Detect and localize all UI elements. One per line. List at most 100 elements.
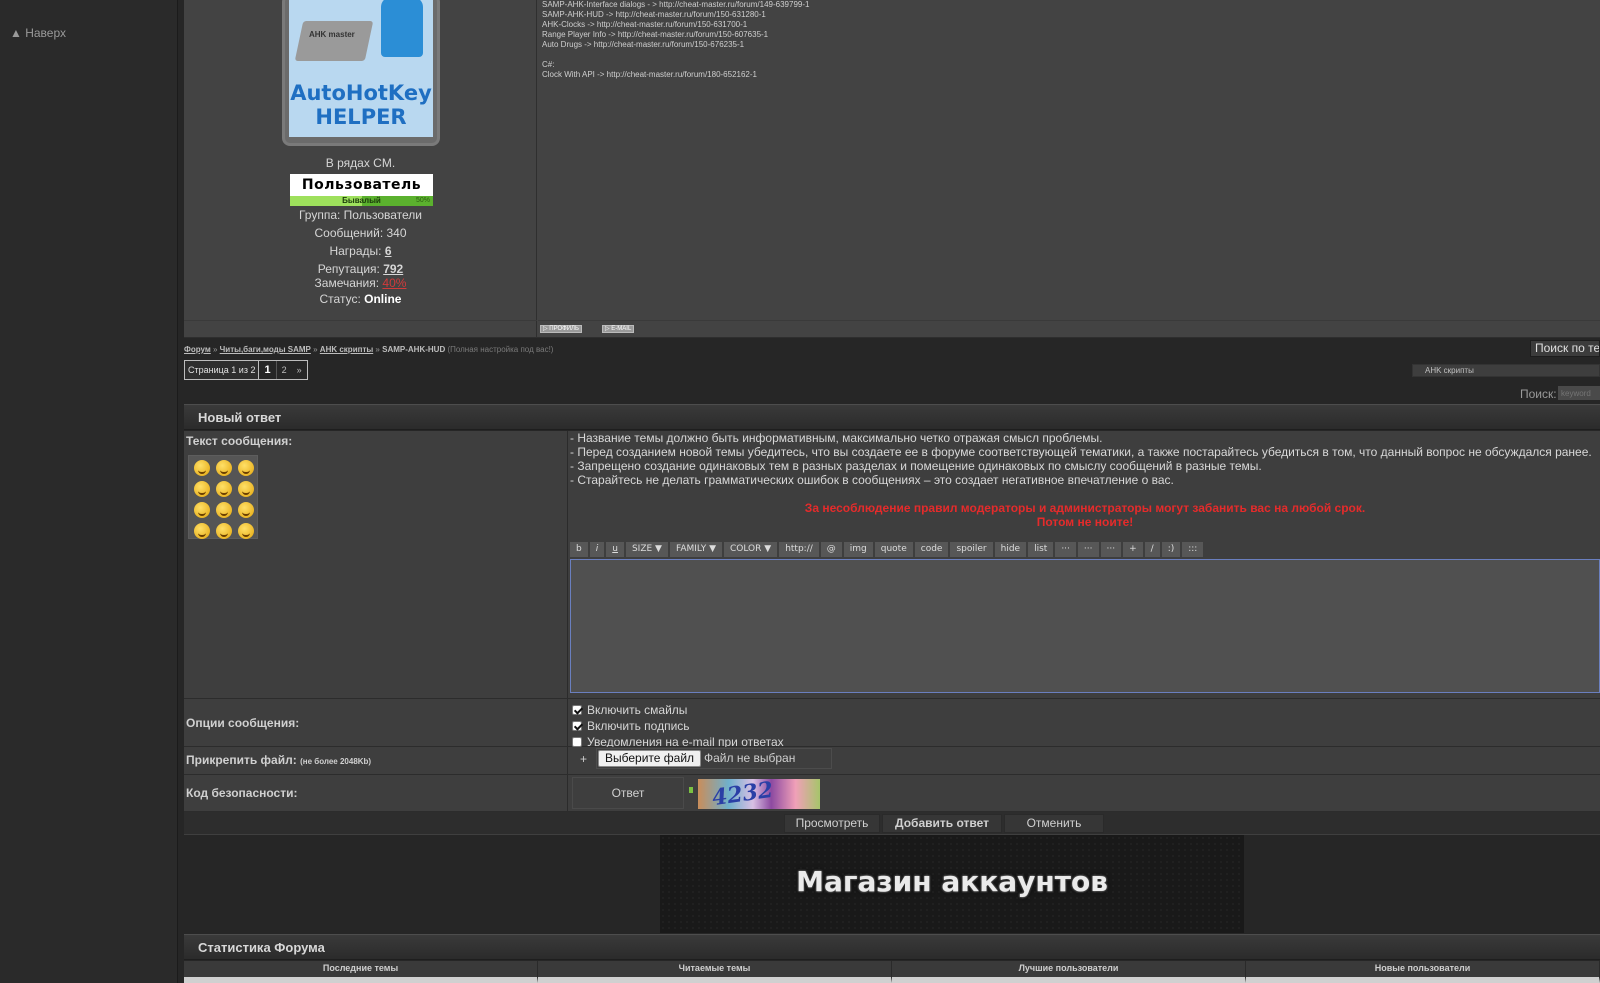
breadcrumb-subsection[interactable]: AHK скрипты bbox=[320, 345, 373, 354]
toolbar-button[interactable]: COLOR ▼ bbox=[724, 542, 778, 557]
smiley-icon[interactable] bbox=[194, 502, 210, 518]
toolbar-button[interactable]: ::: bbox=[1182, 542, 1204, 557]
toolbar-button[interactable]: i bbox=[589, 542, 605, 557]
post-author-panel: AHK master AutoHotKey HELPER В рядах CM.… bbox=[184, 0, 537, 338]
breadcrumb: Форум » Читы,баги,моды SAMP » AHK скрипт… bbox=[184, 345, 554, 354]
message-label: Текст сообщения: bbox=[186, 434, 293, 448]
checkbox[interactable] bbox=[572, 705, 582, 715]
toolbar-button[interactable]: code bbox=[914, 542, 949, 557]
toolbar-button[interactable]: img bbox=[843, 542, 873, 557]
toolbar-button[interactable]: ··· bbox=[1100, 542, 1122, 557]
signature-line: Range Player Info -> http://cheat-master… bbox=[542, 30, 769, 39]
pagination-next[interactable]: » bbox=[292, 361, 307, 379]
toolbar-button[interactable]: :) bbox=[1161, 542, 1181, 557]
person-icon bbox=[381, 0, 423, 57]
rule-line: - Запрещено создание одинаковых тем в ра… bbox=[570, 459, 1262, 473]
stats-column-header: Лучшие пользователи bbox=[892, 961, 1246, 983]
avatar-title-line1: AutoHotKey bbox=[290, 81, 432, 105]
options-row: Опции сообщения: Включить смайлы Включить… bbox=[184, 699, 1600, 749]
option-checkbox-row[interactable]: Включить смайлы bbox=[572, 703, 687, 717]
forum-jump-select[interactable]: AHK скрипты bbox=[1412, 364, 1600, 377]
toolbar-button[interactable]: FAMILY ▼ bbox=[669, 542, 722, 557]
captcha-answer-input[interactable]: Ответ bbox=[572, 777, 684, 809]
avatar[interactable]: AHK master AutoHotKey HELPER bbox=[282, 0, 440, 146]
status-label: Статус: bbox=[319, 292, 365, 306]
search-input[interactable] bbox=[1558, 386, 1600, 400]
forum-post: AHK master AutoHotKey HELPER В рядах CM.… bbox=[184, 0, 1600, 338]
rank-progress-percent: 50% bbox=[415, 197, 430, 204]
breadcrumb-topic-hint: (Полная настройка под вас!) bbox=[447, 345, 554, 354]
rules-warning-line1: За несоблюдение правил модераторы и адми… bbox=[804, 501, 1366, 515]
smiley-icon[interactable] bbox=[216, 481, 232, 497]
avatar-title-line2: HELPER bbox=[315, 105, 407, 129]
smiley-icon[interactable] bbox=[216, 523, 232, 539]
smiley-icon[interactable] bbox=[194, 481, 210, 497]
toolbar-button[interactable]: b bbox=[570, 542, 588, 557]
attach-hint: (не более 2048Kb) bbox=[300, 757, 372, 766]
post-author-footer bbox=[184, 320, 537, 338]
signature-line bbox=[538, 50, 809, 60]
form-actions: Просмотреть Добавить ответ Отменить bbox=[184, 812, 1600, 835]
posting-rules: - Название темы должно быть информативны… bbox=[570, 431, 1600, 487]
checkbox[interactable] bbox=[572, 721, 582, 731]
toolbar-button[interactable]: list bbox=[1028, 542, 1054, 557]
rules-warning-line2: Потом не ноите! bbox=[1036, 515, 1134, 529]
author-rank-badge: Пользователь bbox=[290, 174, 433, 196]
rules-warning: За несоблюдение правил модераторы и адми… bbox=[570, 501, 1600, 529]
message-textarea[interactable] bbox=[570, 559, 1600, 693]
attach-row: Прикрепить файл: (не более 2048Kb) + Выб… bbox=[184, 747, 1600, 775]
post-body: SAMP-AHK-Interface dialogs - > http://ch… bbox=[538, 0, 1600, 338]
toolbar-button[interactable]: SIZE ▼ bbox=[625, 542, 668, 557]
avatar-title: AutoHotKey HELPER bbox=[289, 81, 433, 129]
toolbar-button[interactable]: ··· bbox=[1077, 542, 1099, 557]
smiley-icon[interactable] bbox=[238, 481, 254, 497]
pagination-current-page: 1 bbox=[259, 361, 277, 379]
toolbar-button[interactable]: + bbox=[1123, 542, 1143, 557]
rank-progress-bar: Бывалый 50% bbox=[290, 196, 433, 206]
toolbar-button[interactable]: hide bbox=[994, 542, 1027, 557]
smiley-icon[interactable] bbox=[238, 502, 254, 518]
add-reply-button[interactable]: Добавить ответ bbox=[882, 814, 1002, 833]
toolbar-button[interactable]: @ bbox=[820, 542, 842, 557]
author-messages: Сообщений: 340 bbox=[314, 226, 407, 240]
rule-line: - Старайтесь не делать грамматических ош… bbox=[570, 473, 1174, 487]
option-label: Включить смайлы bbox=[587, 703, 688, 717]
smiley-icon[interactable] bbox=[238, 460, 254, 476]
search-topic-button[interactable]: Поиск по теме bbox=[1530, 340, 1600, 357]
pagination-page-2[interactable]: 2 bbox=[277, 361, 292, 379]
toolbar-button[interactable]: http:// bbox=[779, 542, 819, 557]
breadcrumb-forum[interactable]: Форум bbox=[184, 345, 211, 354]
laptop-icon bbox=[294, 21, 374, 61]
promo-banner[interactable]: Магазин аккаунтов bbox=[660, 835, 1244, 933]
pagination-label: Страница 1 из 2 bbox=[185, 361, 260, 379]
preview-button[interactable]: Просмотреть bbox=[784, 814, 880, 833]
smiley-icon[interactable] bbox=[194, 523, 210, 539]
profile-button[interactable]: ▷ ПРОФИЛЬ bbox=[540, 325, 582, 333]
add-file-icon[interactable]: + bbox=[580, 747, 587, 771]
forum-stats-title: Статистика Форума bbox=[184, 934, 1600, 960]
toolbar-button[interactable]: ··· bbox=[1055, 542, 1076, 557]
toolbar-button[interactable]: quote bbox=[874, 542, 913, 557]
smiley-icon[interactable] bbox=[216, 502, 232, 518]
option-checkbox-row[interactable]: Включить подпись bbox=[572, 719, 690, 733]
author-joined: В рядах CM. bbox=[325, 156, 396, 170]
awards-link[interactable]: 6 bbox=[385, 244, 392, 258]
warnings-link[interactable]: 40% bbox=[382, 276, 406, 290]
smiley-icon[interactable] bbox=[216, 460, 232, 476]
breadcrumb-section[interactable]: Читы,баги,моды SAMP bbox=[220, 345, 311, 354]
toolbar-button[interactable]: spoiler bbox=[950, 542, 993, 557]
captcha-indicator bbox=[689, 787, 693, 793]
smiley-icon[interactable] bbox=[194, 460, 210, 476]
author-status: Статус: Online bbox=[184, 292, 537, 306]
email-button[interactable]: ▷ E-MAIL bbox=[602, 325, 635, 333]
choose-file-button[interactable]: Выберите файл bbox=[598, 750, 702, 767]
checkbox[interactable] bbox=[572, 737, 582, 747]
smiley-icon[interactable] bbox=[238, 523, 254, 539]
cancel-button[interactable]: Отменить bbox=[1004, 814, 1104, 833]
toolbar-button[interactable]: / bbox=[1144, 542, 1160, 557]
back-to-top-link[interactable]: ▲ Наверх bbox=[10, 26, 66, 40]
stats-column-header: Новые пользователи bbox=[1246, 961, 1600, 983]
captcha-image[interactable]: 4232 bbox=[698, 779, 820, 809]
reputation-link[interactable]: 792 bbox=[383, 262, 403, 276]
toolbar-button[interactable]: u bbox=[606, 542, 624, 557]
